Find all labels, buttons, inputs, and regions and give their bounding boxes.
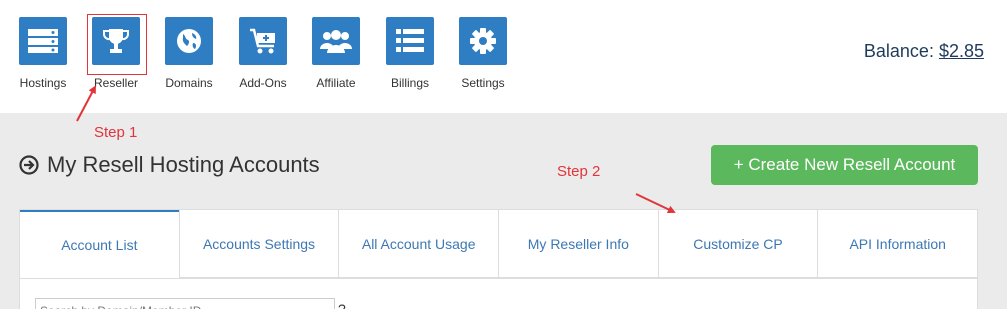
- nav-label: Add-Ons: [239, 76, 287, 90]
- users-icon: [312, 17, 360, 65]
- search-input[interactable]: [35, 298, 335, 309]
- nav-label: Billings: [390, 76, 429, 90]
- circle-arrow-right-icon: [19, 155, 39, 175]
- nav-add-ons[interactable]: Add-Ons: [226, 17, 300, 90]
- nav-label: Settings: [461, 76, 505, 90]
- tab-accounts-settings[interactable]: Accounts Settings: [178, 210, 339, 278]
- list-icon: [386, 17, 434, 65]
- server-icon: [19, 17, 67, 65]
- balance-label: Balance:: [863, 41, 939, 61]
- top-navigation-bar: Hostings Reseller Domains Add-Ons Affili…: [0, 0, 1007, 113]
- nav-settings[interactable]: Settings: [446, 17, 520, 90]
- nav-hostings[interactable]: Hostings: [6, 17, 80, 90]
- nav-domains[interactable]: Domains: [152, 17, 226, 90]
- nav-label: Hostings: [19, 76, 67, 90]
- tab-api-information[interactable]: API Information: [817, 210, 978, 278]
- nav-affiliate[interactable]: Affiliate: [299, 17, 373, 90]
- create-new-resell-account-button[interactable]: + Create New Resell Account: [711, 145, 978, 185]
- step2-label: Step 2: [557, 163, 601, 180]
- gear-icon: [459, 17, 507, 65]
- cart-plus-icon: [239, 17, 287, 65]
- account-tabs: Account List Accounts Settings All Accou…: [19, 209, 978, 279]
- page-title: My Resell Hosting Accounts: [19, 152, 320, 178]
- tab-content-panel: ?: [19, 279, 978, 309]
- tab-account-list[interactable]: Account List: [20, 210, 179, 278]
- nav-label: Affiliate: [316, 76, 356, 90]
- step1-label: Step 1: [94, 124, 138, 141]
- page-title-text: My Resell Hosting Accounts: [47, 152, 320, 177]
- nav-label: Domains: [165, 76, 213, 90]
- balance-amount-link[interactable]: $2.85: [939, 41, 984, 61]
- tab-customize-cp[interactable]: Customize CP: [657, 210, 818, 278]
- step1-highlight-box: [87, 14, 147, 75]
- tab-my-reseller-info[interactable]: My Reseller Info: [498, 210, 658, 278]
- tab-all-account-usage[interactable]: All Account Usage: [338, 210, 499, 278]
- search-help-icon[interactable]: ?: [338, 301, 346, 309]
- balance: Balance: $2.85: [864, 41, 984, 62]
- globe-icon: [165, 17, 213, 65]
- nav-billings[interactable]: Billings: [373, 17, 447, 90]
- nav-label: Reseller: [93, 76, 138, 90]
